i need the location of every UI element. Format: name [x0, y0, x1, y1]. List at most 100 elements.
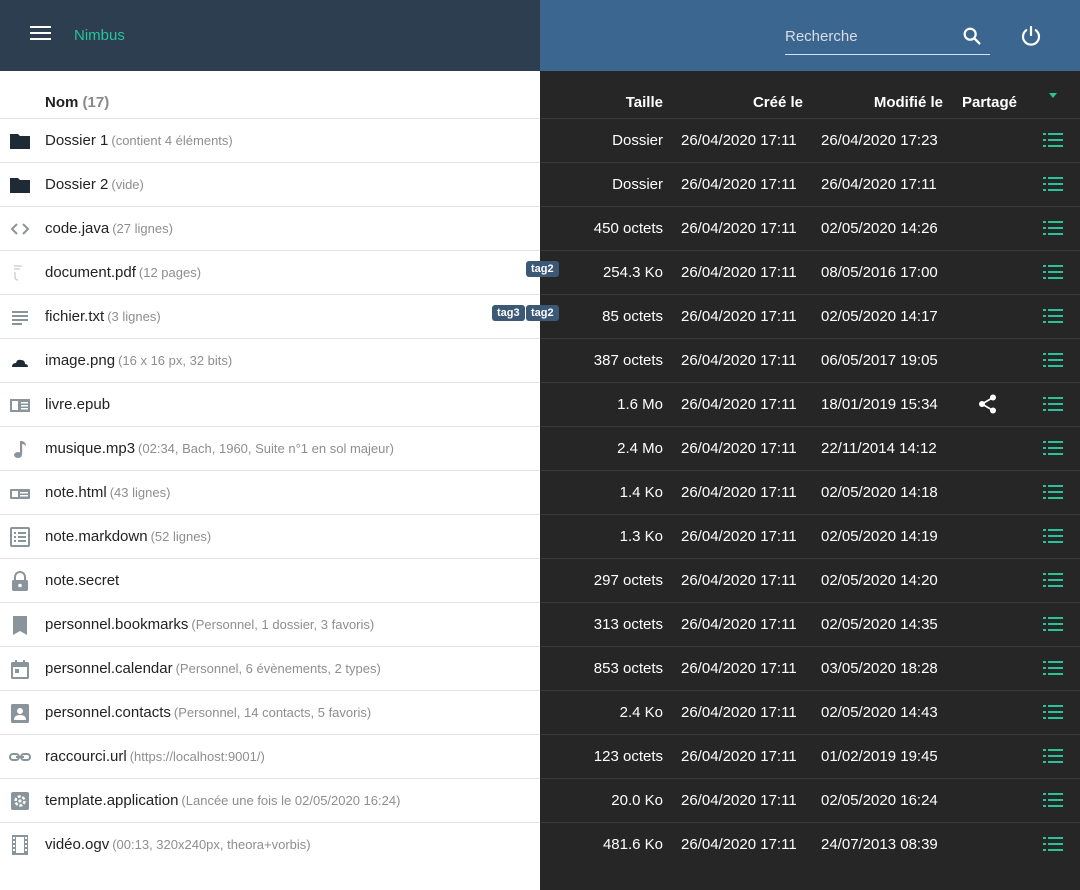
file-row[interactable]: Dossier 2 (vide) Dossier 26/04/2020 17:11…: [0, 162, 1080, 206]
file-name: Dossier 2: [45, 176, 109, 193]
file-row[interactable]: personnel.contacts (Personnel, 14 contact…: [0, 690, 1080, 734]
file-name: fichier.txt: [45, 308, 105, 325]
file-name-cell[interactable]: personnel.bookmarks (Personnel, 1 dossier…: [45, 616, 374, 633]
file-row[interactable]: personnel.bookmarks (Personnel, 1 dossier…: [0, 602, 1080, 646]
file-row[interactable]: musique.mp3 (02:34, Bach, 1960, Suite n°1…: [0, 426, 1080, 470]
file-modified: 02/05/2020 14:20: [821, 572, 938, 589]
search-icon[interactable]: [961, 25, 983, 47]
file-row[interactable]: image.png (16 x 16 px, 32 bits) 387 octet…: [0, 338, 1080, 382]
text-lines-icon: [12, 311, 28, 325]
details-list-icon[interactable]: [1043, 702, 1064, 722]
sort-arrow-icon[interactable]: [1049, 93, 1057, 98]
file-created: 26/04/2020 17:11: [681, 352, 797, 369]
row-divider: [0, 646, 540, 647]
details-list-icon[interactable]: [1043, 834, 1064, 854]
details-list-icon[interactable]: [1043, 614, 1064, 634]
file-description: (00:13, 320x240px, theora+vorbis): [112, 837, 311, 852]
details-list-icon[interactable]: [1043, 790, 1064, 810]
file-description: (https://localhost:9001/): [129, 749, 265, 764]
row-divider: [0, 514, 540, 515]
details-list-icon[interactable]: [1043, 438, 1064, 458]
file-size: 853 octets: [593, 660, 663, 677]
file-name-cell[interactable]: vidéo.ogv (00:13, 320x240px, theora+vorbi…: [45, 836, 311, 853]
details-list-icon[interactable]: [1043, 174, 1064, 194]
file-row[interactable]: personnel.calendar (Personnel, 6 évènemen…: [0, 646, 1080, 690]
row-divider: [0, 778, 540, 779]
file-name-cell[interactable]: personnel.calendar (Personnel, 6 évènemen…: [45, 660, 381, 677]
column-size-header[interactable]: Taille: [626, 94, 663, 111]
file-row[interactable]: raccourci.url (https://localhost:9001/) 1…: [0, 734, 1080, 778]
details-list-icon[interactable]: [1043, 746, 1064, 766]
file-row[interactable]: vidéo.ogv (00:13, 320x240px, theora+vorbi…: [0, 822, 1080, 866]
details-list-icon[interactable]: [1043, 306, 1064, 326]
file-row[interactable]: note.html (43 lignes) 1.4 Ko 26/04/2020 1…: [0, 470, 1080, 514]
file-created: 26/04/2020 17:11: [681, 528, 797, 545]
file-size: 481.6 Ko: [602, 836, 663, 853]
tag-badge[interactable]: tag2: [526, 261, 559, 277]
file-row[interactable]: code.java (27 lignes) 450 octets 26/04/20…: [0, 206, 1080, 250]
details-list-icon[interactable]: [1043, 218, 1064, 238]
column-modified-header[interactable]: Modifié le: [874, 94, 943, 111]
file-description: (Personnel, 6 évènements, 2 types): [175, 661, 381, 676]
file-modified: 26/04/2020 17:23: [821, 132, 938, 149]
file-name-cell[interactable]: musique.mp3 (02:34, Bach, 1960, Suite n°1…: [45, 440, 394, 457]
file-modified: 26/04/2020 17:11: [821, 176, 937, 193]
details-list-icon[interactable]: [1043, 262, 1064, 282]
power-icon[interactable]: [1019, 24, 1043, 48]
details-list-icon[interactable]: [1043, 526, 1064, 546]
file-name-cell[interactable]: note.secret: [45, 572, 119, 589]
tag-badge[interactable]: tag3: [492, 305, 525, 321]
file-name-cell[interactable]: livre.epub: [45, 396, 110, 413]
details-list-icon[interactable]: [1043, 394, 1064, 414]
file-name-cell[interactable]: raccourci.url (https://localhost:9001/): [45, 748, 265, 765]
file-row[interactable]: fichier.txt (3 lignes) tag2 tag3 85 octets…: [0, 294, 1080, 338]
file-row[interactable]: note.markdown (52 lignes) 1.3 Ko 26/04/20…: [0, 514, 1080, 558]
row-divider: [540, 250, 1080, 251]
column-shared-header[interactable]: Partagé: [962, 94, 1017, 111]
file-size: 20.0 Ko: [611, 792, 663, 809]
row-divider: [540, 294, 1080, 295]
details-list-icon[interactable]: [1043, 482, 1064, 502]
menu-icon[interactable]: [30, 26, 51, 44]
search-input[interactable]: [785, 24, 950, 48]
file-name-cell[interactable]: document.pdf (12 pages): [45, 264, 201, 281]
column-created-header[interactable]: Créé le: [753, 94, 803, 111]
file-size: 387 octets: [593, 352, 663, 369]
row-divider: [540, 602, 1080, 603]
app-title[interactable]: Nimbus: [74, 27, 125, 44]
file-description: (contient 4 éléments): [111, 133, 233, 148]
file-name-cell[interactable]: code.java (27 lignes): [45, 220, 173, 237]
row-divider: [540, 646, 1080, 647]
row-divider: [0, 162, 540, 163]
column-name-header[interactable]: Nom (17): [45, 94, 109, 111]
file-description: (vide): [111, 177, 144, 192]
row-divider: [540, 514, 1080, 515]
file-row[interactable]: livre.epub 1.6 Mo 26/04/2020 17:11 18/01…: [0, 382, 1080, 426]
details-list-icon[interactable]: [1043, 130, 1064, 150]
file-name-cell[interactable]: Dossier 2 (vide): [45, 176, 144, 193]
file-created: 26/04/2020 17:11: [681, 704, 797, 721]
file-name-cell[interactable]: Dossier 1 (contient 4 éléments): [45, 132, 233, 149]
row-divider: [540, 558, 1080, 559]
file-description: (Personnel, 14 contacts, 5 favoris): [173, 705, 372, 720]
file-name-cell[interactable]: fichier.txt (3 lignes): [45, 308, 161, 325]
details-list-icon[interactable]: [1043, 658, 1064, 678]
details-list-icon[interactable]: [1043, 570, 1064, 590]
file-name-cell[interactable]: note.html (43 lignes): [45, 484, 170, 501]
file-row[interactable]: Dossier 1 (contient 4 éléments) Dossier 2…: [0, 118, 1080, 162]
file-row[interactable]: document.pdf (12 pages) tag2 254.3 Ko 26/…: [0, 250, 1080, 294]
share-icon[interactable]: [977, 393, 999, 415]
file-name-cell[interactable]: personnel.contacts (Personnel, 14 contact…: [45, 704, 371, 721]
file-name: Dossier 1: [45, 132, 109, 149]
file-modified: 02/05/2020 14:26: [821, 220, 938, 237]
tag-badge[interactable]: tag2: [526, 305, 559, 321]
file-name-cell[interactable]: note.markdown (52 lignes): [45, 528, 211, 545]
details-list-icon[interactable]: [1043, 350, 1064, 370]
file-created: 26/04/2020 17:11: [681, 748, 797, 765]
row-divider: [540, 382, 1080, 383]
file-row[interactable]: note.secret 297 octets 26/04/2020 17:11 …: [0, 558, 1080, 602]
row-divider: [0, 338, 540, 339]
file-name-cell[interactable]: image.png (16 x 16 px, 32 bits): [45, 352, 232, 369]
file-row[interactable]: template.application (Lancée une fois le …: [0, 778, 1080, 822]
file-name-cell[interactable]: template.application (Lancée une fois le …: [45, 792, 400, 809]
